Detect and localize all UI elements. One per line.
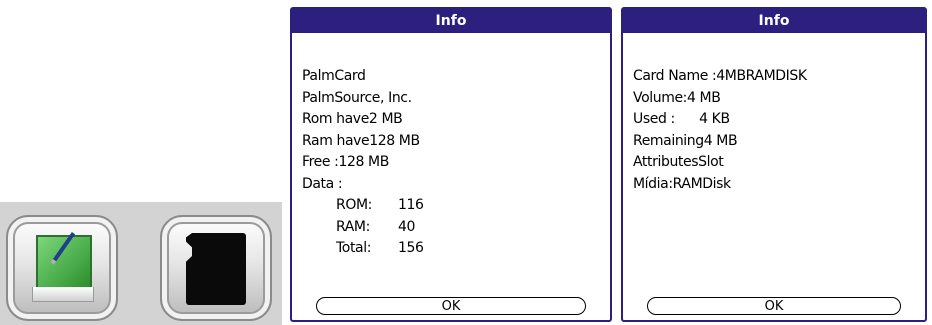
palm-base	[32, 287, 94, 302]
stat-value: 156	[398, 240, 424, 256]
stat-value: 116	[398, 197, 424, 213]
stat-row: RAM: 40	[302, 217, 602, 239]
info-line: Ram have128 MB	[302, 132, 420, 149]
card-info-line: Used : 4 KB	[633, 111, 730, 127]
card-info-line: Card Name :4MBRAMDISK	[633, 68, 807, 84]
card-info-line: Remaining4 MB	[633, 132, 738, 149]
sd-card-shape	[186, 233, 246, 305]
ok-button[interactable]: OK	[316, 297, 586, 315]
ok-button[interactable]: OK	[647, 297, 901, 315]
stat-label: RAM:	[336, 218, 370, 235]
icon-strip	[0, 202, 282, 325]
info-line: PalmSource, Inc.	[302, 89, 412, 106]
dialog-body: Card Name :4MBRAMDISK Volume:4 MB Used :…	[633, 66, 917, 195]
card-info-line: AttributesSlot	[633, 154, 724, 170]
stat-value: 40	[398, 218, 416, 235]
card-info-line: Mídia:RAMDisk	[633, 175, 731, 192]
palm-handheld-icon[interactable]	[6, 215, 118, 321]
palm-screen	[36, 232, 92, 289]
dialog-body: PalmCard PalmSource, Inc. Rom have2 MB R…	[302, 66, 602, 260]
stat-label: Total:	[336, 240, 372, 256]
dialog-title: Info	[623, 9, 925, 33]
info-dialog: Info PalmCard PalmSource, Inc. Rom have2…	[290, 7, 612, 322]
stat-label: ROM:	[336, 197, 372, 213]
stat-row: ROM: 116	[302, 195, 602, 217]
stat-row: Total: 156	[302, 238, 602, 260]
stylus-icon	[52, 232, 76, 263]
info-line: PalmCard	[302, 68, 366, 84]
memory-card-icon[interactable]	[160, 215, 272, 321]
dialog-title: Info	[292, 9, 610, 33]
info-line: Free :128 MB	[302, 154, 389, 170]
card-info-line: Volume:4 MB	[633, 89, 721, 106]
info-line: Data :	[302, 175, 343, 192]
info-line: Rom have2 MB	[302, 111, 403, 127]
card-info-dialog: Info Card Name :4MBRAMDISK Volume:4 MB U…	[621, 7, 927, 322]
